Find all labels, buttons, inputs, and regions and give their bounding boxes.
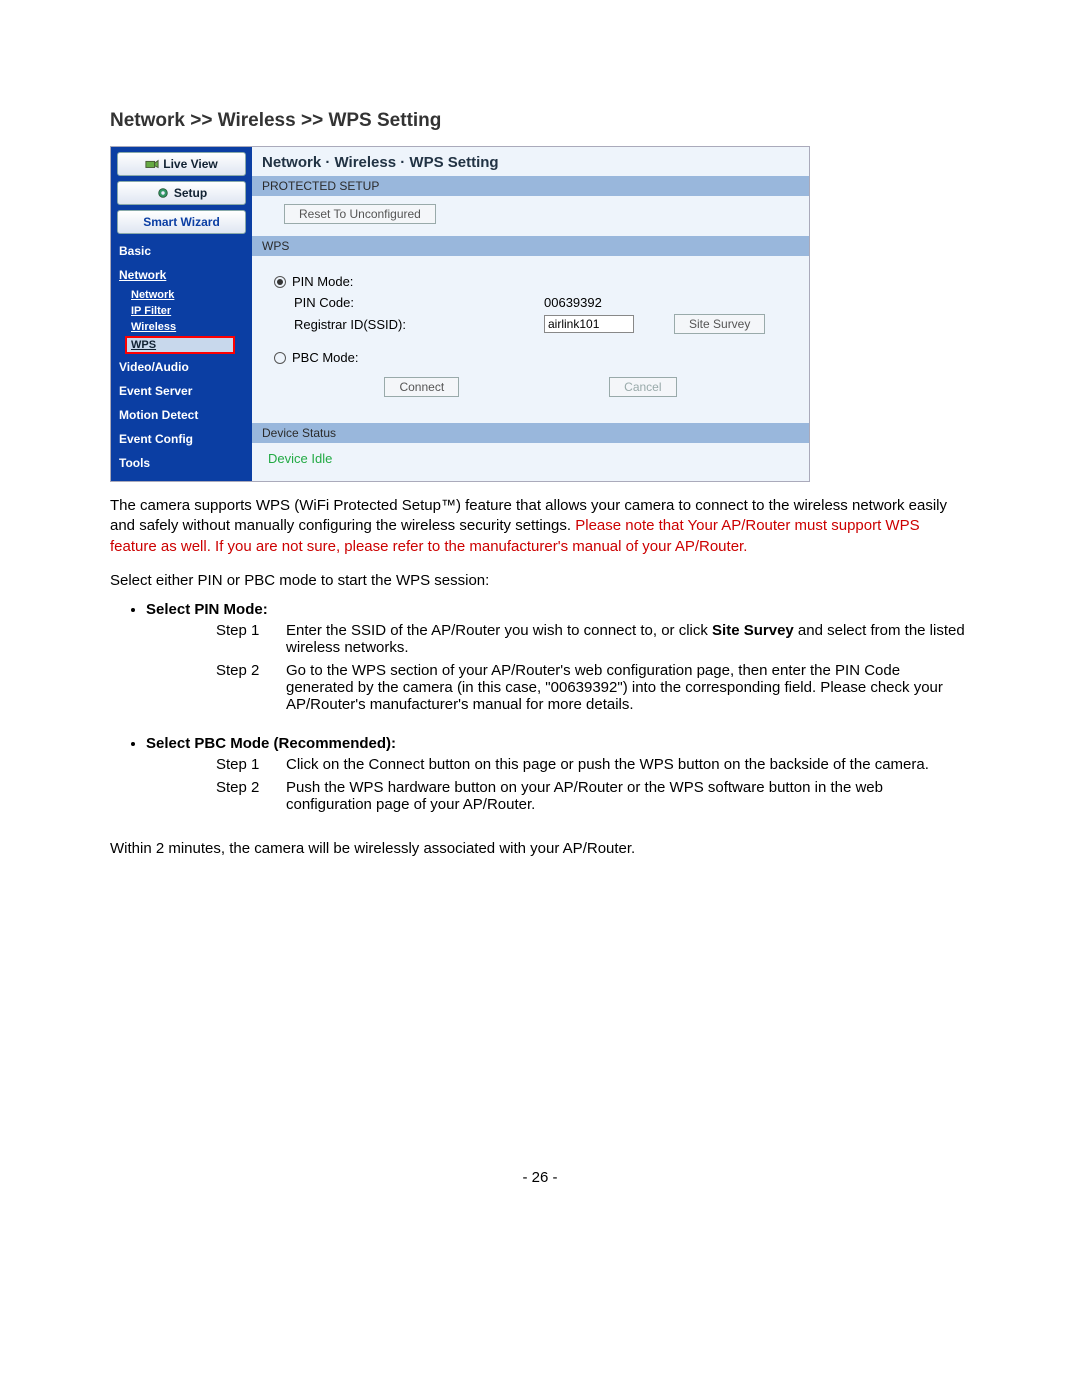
device-status-value: Device Idle — [264, 451, 332, 466]
pbc-step1-text: Click on the Connect button on this page… — [286, 756, 970, 773]
gear-icon — [156, 187, 170, 199]
nav-event-server[interactable]: Event Server — [111, 379, 252, 403]
page-title: Network >> Wireless >> WPS Setting — [110, 110, 970, 132]
pbc-step2-label: Step 2 — [216, 779, 286, 813]
nav-wps[interactable]: WPS — [125, 336, 235, 354]
nav-basic[interactable]: Basic — [111, 239, 252, 263]
reset-unconfigured-button[interactable]: Reset To Unconfigured — [284, 204, 436, 224]
pbc-mode-radio[interactable] — [274, 352, 286, 364]
live-view-button[interactable]: Live View — [117, 152, 246, 176]
pin-code-value: 00639392 — [544, 295, 602, 310]
pbc-step2-text: Push the WPS hardware button on your AP/… — [286, 779, 970, 813]
pin-mode-label: PIN Mode: — [292, 274, 353, 289]
pin-step1-text: Enter the SSID of the AP/Router you wish… — [286, 622, 970, 656]
site-survey-button[interactable]: Site Survey — [674, 314, 765, 334]
connect-button[interactable]: Connect — [384, 377, 459, 397]
setup-label: Setup — [174, 186, 207, 200]
bullet-pin: Select PIN Mode: Step 1 Enter the SSID o… — [146, 601, 970, 713]
registrar-label: Registrar ID(SSID): — [294, 317, 544, 332]
nav-tools[interactable]: Tools — [111, 451, 252, 475]
nav-network-sub[interactable]: Network — [111, 287, 252, 303]
nav-motion-detect[interactable]: Motion Detect — [111, 403, 252, 427]
content-panel: Network · Wireless · WPS Setting PROTECT… — [252, 147, 809, 481]
doc-para-2: Select either PIN or PBC mode to start t… — [110, 571, 970, 591]
smart-wizard-label: Smart Wizard — [143, 215, 220, 229]
content-title: Network · Wireless · WPS Setting — [252, 147, 809, 176]
doc-para-3: Within 2 minutes, the camera will be wir… — [110, 839, 970, 859]
device-status-header: Device Status — [252, 423, 809, 443]
page-number: - 26 - — [110, 1169, 970, 1186]
bullet-pbc: Select PBC Mode (Recommended): Step 1 Cl… — [146, 735, 970, 813]
sidebar: Live View Setup Smart Wizard Basic Netwo… — [111, 147, 252, 481]
live-view-label: Live View — [163, 157, 217, 171]
nav-network[interactable]: Network — [111, 263, 252, 287]
pin-mode-radio[interactable] — [274, 276, 286, 288]
pin-s1-a: Enter the SSID of the AP/Router you wish… — [286, 622, 712, 639]
pbc-mode-title: Select PBC Mode (Recommended): — [146, 735, 396, 752]
app-screenshot: Live View Setup Smart Wizard Basic Netwo… — [110, 146, 810, 482]
nav-event-config[interactable]: Event Config — [111, 427, 252, 451]
doc-para-1: The camera supports WPS (WiFi Protected … — [110, 496, 970, 557]
cancel-button[interactable]: Cancel — [609, 377, 676, 397]
nav-wireless[interactable]: Wireless — [111, 319, 252, 335]
nav-ip-filter[interactable]: IP Filter — [111, 303, 252, 319]
wps-header: WPS — [252, 236, 809, 256]
pbc-mode-label: PBC Mode: — [292, 350, 358, 365]
pin-step2-label: Step 2 — [216, 662, 286, 713]
pin-step2-text: Go to the WPS section of your AP/Router'… — [286, 662, 970, 713]
protected-setup-header: PROTECTED SETUP — [252, 176, 809, 196]
pin-step1-label: Step 1 — [216, 622, 286, 656]
pin-s1-b: Site Survey — [712, 622, 794, 639]
pin-code-label: PIN Code: — [294, 295, 544, 310]
registrar-ssid-input[interactable] — [544, 315, 634, 333]
pin-mode-title: Select PIN Mode: — [146, 601, 268, 618]
camera-icon — [145, 158, 159, 170]
nav-video-audio[interactable]: Video/Audio — [111, 355, 252, 379]
smart-wizard-button[interactable]: Smart Wizard — [117, 210, 246, 234]
setup-button[interactable]: Setup — [117, 181, 246, 205]
pbc-step1-label: Step 1 — [216, 756, 286, 773]
